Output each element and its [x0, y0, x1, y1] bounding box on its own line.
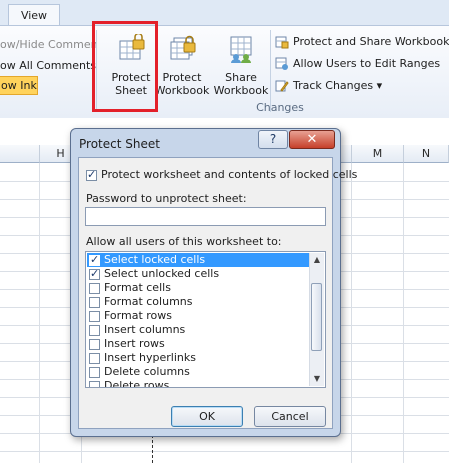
allow-users-edit-ranges-button[interactable]: Allow Users to Edit Ranges	[275, 55, 440, 73]
column-header[interactable]	[0, 145, 40, 163]
protect-share-icon	[275, 36, 289, 49]
page-break-line	[152, 435, 154, 463]
list-item[interactable]: Format cells	[87, 281, 309, 295]
grid-line	[0, 451, 449, 452]
permission-label: Format cells	[104, 281, 171, 294]
list-item[interactable]: Select locked cells	[87, 253, 309, 267]
track-changes-button[interactable]: Track Changes ▾	[275, 77, 382, 95]
protect-share-label: Protect and Share Workbook	[293, 35, 449, 48]
tab-view[interactable]: View	[8, 4, 60, 26]
allow-users-label: Allow Users to Edit Ranges	[293, 57, 441, 70]
scroll-thumb[interactable]	[311, 283, 322, 351]
scroll-down-icon[interactable]: ▼	[310, 372, 324, 386]
list-item[interactable]: Insert rows	[87, 337, 309, 351]
protect-worksheet-label: Protect worksheet and contents of locked…	[101, 168, 358, 181]
protect-worksheet-option[interactable]: Protect worksheet and contents of locked…	[86, 168, 357, 181]
scroll-up-icon[interactable]: ▲	[310, 253, 324, 267]
permission-label: Format columns	[104, 295, 193, 308]
list-item[interactable]: Format columns	[87, 295, 309, 309]
allow-users-icon	[275, 57, 288, 70]
list-item[interactable]: Format rows	[87, 309, 309, 323]
list-item[interactable]: Insert hyperlinks	[87, 351, 309, 365]
share-workbook-label-1: Share	[225, 71, 257, 84]
password-label: Password to unprotect sheet:	[86, 192, 247, 205]
track-changes-label: Track Changes ▾	[293, 79, 383, 92]
permission-checkbox[interactable]	[89, 324, 100, 336]
permission-label: Insert rows	[104, 337, 165, 350]
password-input[interactable]	[85, 207, 326, 226]
protect-sheet-highlight	[92, 21, 158, 112]
ribbon-tab-bar: View	[0, 0, 449, 26]
permission-checkbox[interactable]	[89, 267, 100, 281]
permission-label: Delete columns	[104, 365, 190, 378]
review-ribbon: ow/Hide Commen ow All Comments ow Ink Pr…	[0, 25, 449, 119]
share-workbook-icon	[230, 36, 252, 63]
share-workbook-button[interactable]: Share Workbook	[214, 34, 268, 100]
dialog-body: Protect worksheet and contents of locked…	[78, 157, 357, 429]
protect-workbook-label-1: Protect	[162, 71, 202, 84]
close-button[interactable]: ✕	[289, 130, 335, 149]
permission-label: Delete rows	[104, 379, 170, 388]
show-all-comments-button[interactable]: ow All Comments	[0, 59, 96, 72]
list-item[interactable]: Insert columns	[87, 323, 309, 337]
permission-checkbox[interactable]	[89, 380, 100, 387]
permission-label: Insert hyperlinks	[104, 351, 196, 364]
permission-checkbox[interactable]	[89, 282, 100, 294]
column-header-m[interactable]: M	[352, 145, 404, 163]
help-button[interactable]: ?	[258, 130, 288, 149]
ok-button[interactable]: OK	[171, 406, 243, 427]
list-item[interactable]: Select unlocked cells	[87, 267, 309, 281]
show-ink-button[interactable]: ow Ink	[0, 76, 38, 95]
permission-checkbox[interactable]	[89, 253, 100, 267]
grid-line	[39, 163, 40, 463]
protect-sheet-dialog: Protect Sheet ? ✕ Protect worksheet and …	[70, 128, 357, 437]
permission-label: Select locked cells	[104, 253, 206, 266]
cancel-button[interactable]: Cancel	[254, 406, 326, 427]
protect-workbook-button[interactable]: Protect Workbook	[155, 34, 209, 100]
permission-checkbox[interactable]	[89, 296, 100, 308]
permission-checkbox[interactable]	[89, 310, 100, 322]
track-changes-icon	[275, 80, 289, 92]
permission-label: Insert columns	[104, 323, 186, 336]
protect-worksheet-checkbox[interactable]	[86, 168, 97, 181]
group-separator	[270, 30, 271, 112]
permissions-list[interactable]: Select locked cells Select unlocked cell…	[85, 251, 326, 388]
protect-workbook-label-2: Workbook	[154, 84, 210, 97]
grid-line	[351, 163, 352, 463]
permission-label: Format rows	[104, 309, 172, 322]
column-header-n[interactable]: N	[404, 145, 449, 163]
dialog-title: Protect Sheet	[79, 137, 160, 151]
show-hide-comment-button[interactable]: ow/Hide Commen	[0, 38, 98, 51]
grid-line	[403, 163, 404, 463]
permission-label: Select unlocked cells	[104, 267, 220, 280]
list-item[interactable]: Delete columns	[87, 365, 309, 379]
protect-and-share-workbook-button[interactable]: Protect and Share Workbook	[275, 33, 449, 51]
permission-checkbox[interactable]	[89, 352, 100, 364]
protect-workbook-icon	[170, 35, 196, 60]
permission-checkbox[interactable]	[89, 366, 100, 378]
permission-checkbox[interactable]	[89, 338, 100, 350]
list-item[interactable]: Delete rows	[87, 379, 309, 388]
allow-users-label: Allow all users of this worksheet to:	[86, 235, 282, 248]
list-scrollbar[interactable]: ▲ ▼	[309, 253, 324, 386]
share-workbook-label-2: Workbook	[213, 84, 269, 97]
